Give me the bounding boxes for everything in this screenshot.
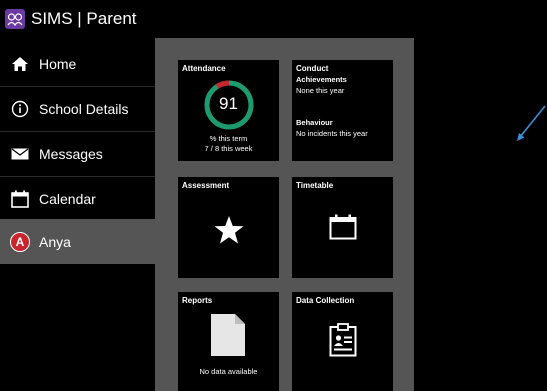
sidebar-item-anya[interactable]: A Anya	[0, 219, 155, 264]
dashboard-tiles: Attendance 91 % this term 7 / 8 this wee…	[155, 38, 414, 391]
conduct-tile[interactable]: Conduct Achievements None this year Beha…	[292, 60, 393, 161]
arrow-pointer-icon	[517, 105, 546, 141]
data-collection-tile[interactable]: Data Collection	[292, 292, 393, 391]
sidebar-item-label: Calendar	[39, 191, 96, 207]
sidebar-item-school-details[interactable]: School Details	[0, 87, 155, 132]
sidebar-item-label: Home	[39, 56, 77, 72]
assessment-tile[interactable]: Assessment	[178, 177, 279, 278]
avatar-icon: A	[10, 231, 30, 252]
attendance-caption-term: % this term	[209, 134, 248, 143]
attendance-caption-week: 7 / 8 this week	[204, 144, 253, 153]
sims-logo-icon	[5, 9, 25, 29]
tile-title: Reports	[182, 296, 213, 305]
reports-tile[interactable]: Reports No data available	[178, 292, 279, 391]
timetable-tile[interactable]: Timetable	[292, 177, 393, 278]
tile-title: Data Collection	[296, 296, 355, 305]
calendar-icon	[10, 189, 30, 209]
tile-title: Timetable	[296, 181, 334, 190]
clipboard-icon	[329, 323, 357, 357]
info-icon	[10, 99, 30, 119]
achievements-title: Achievements	[296, 75, 347, 84]
sidebar-item-calendar[interactable]: Calendar	[0, 177, 155, 222]
sidebar-item-messages[interactable]: Messages	[0, 132, 155, 177]
sidebar-item-label: Anya	[39, 233, 71, 250]
home-icon	[10, 54, 30, 74]
app-title: SIMS | Parent	[31, 9, 137, 28]
behaviour-text: No incidents this year	[296, 129, 368, 138]
document-icon	[211, 314, 245, 356]
tile-title: Conduct	[296, 64, 329, 73]
behaviour-title: Behaviour	[296, 118, 333, 127]
achievements-text: None this year	[296, 86, 345, 95]
content-area	[414, 38, 547, 391]
calendar-icon	[329, 214, 357, 240]
star-icon	[214, 216, 244, 244]
sidebar-item-label: Messages	[39, 146, 103, 162]
tile-title: Assessment	[182, 181, 230, 190]
reports-caption: No data available	[199, 367, 258, 376]
avatar-initial: A	[10, 231, 30, 252]
sidebar-item-home[interactable]: Home	[0, 42, 155, 87]
sidebar: Home School Details Messages Calendar A …	[0, 38, 155, 391]
attendance-tile[interactable]: Attendance 91 % this term 7 / 8 this wee…	[178, 60, 279, 161]
tile-title: Attendance	[182, 64, 226, 73]
sidebar-item-label: School Details	[39, 101, 129, 117]
app-header: SIMS | Parent	[0, 0, 547, 38]
attendance-percent: 91	[219, 94, 238, 113]
envelope-icon	[10, 144, 30, 164]
